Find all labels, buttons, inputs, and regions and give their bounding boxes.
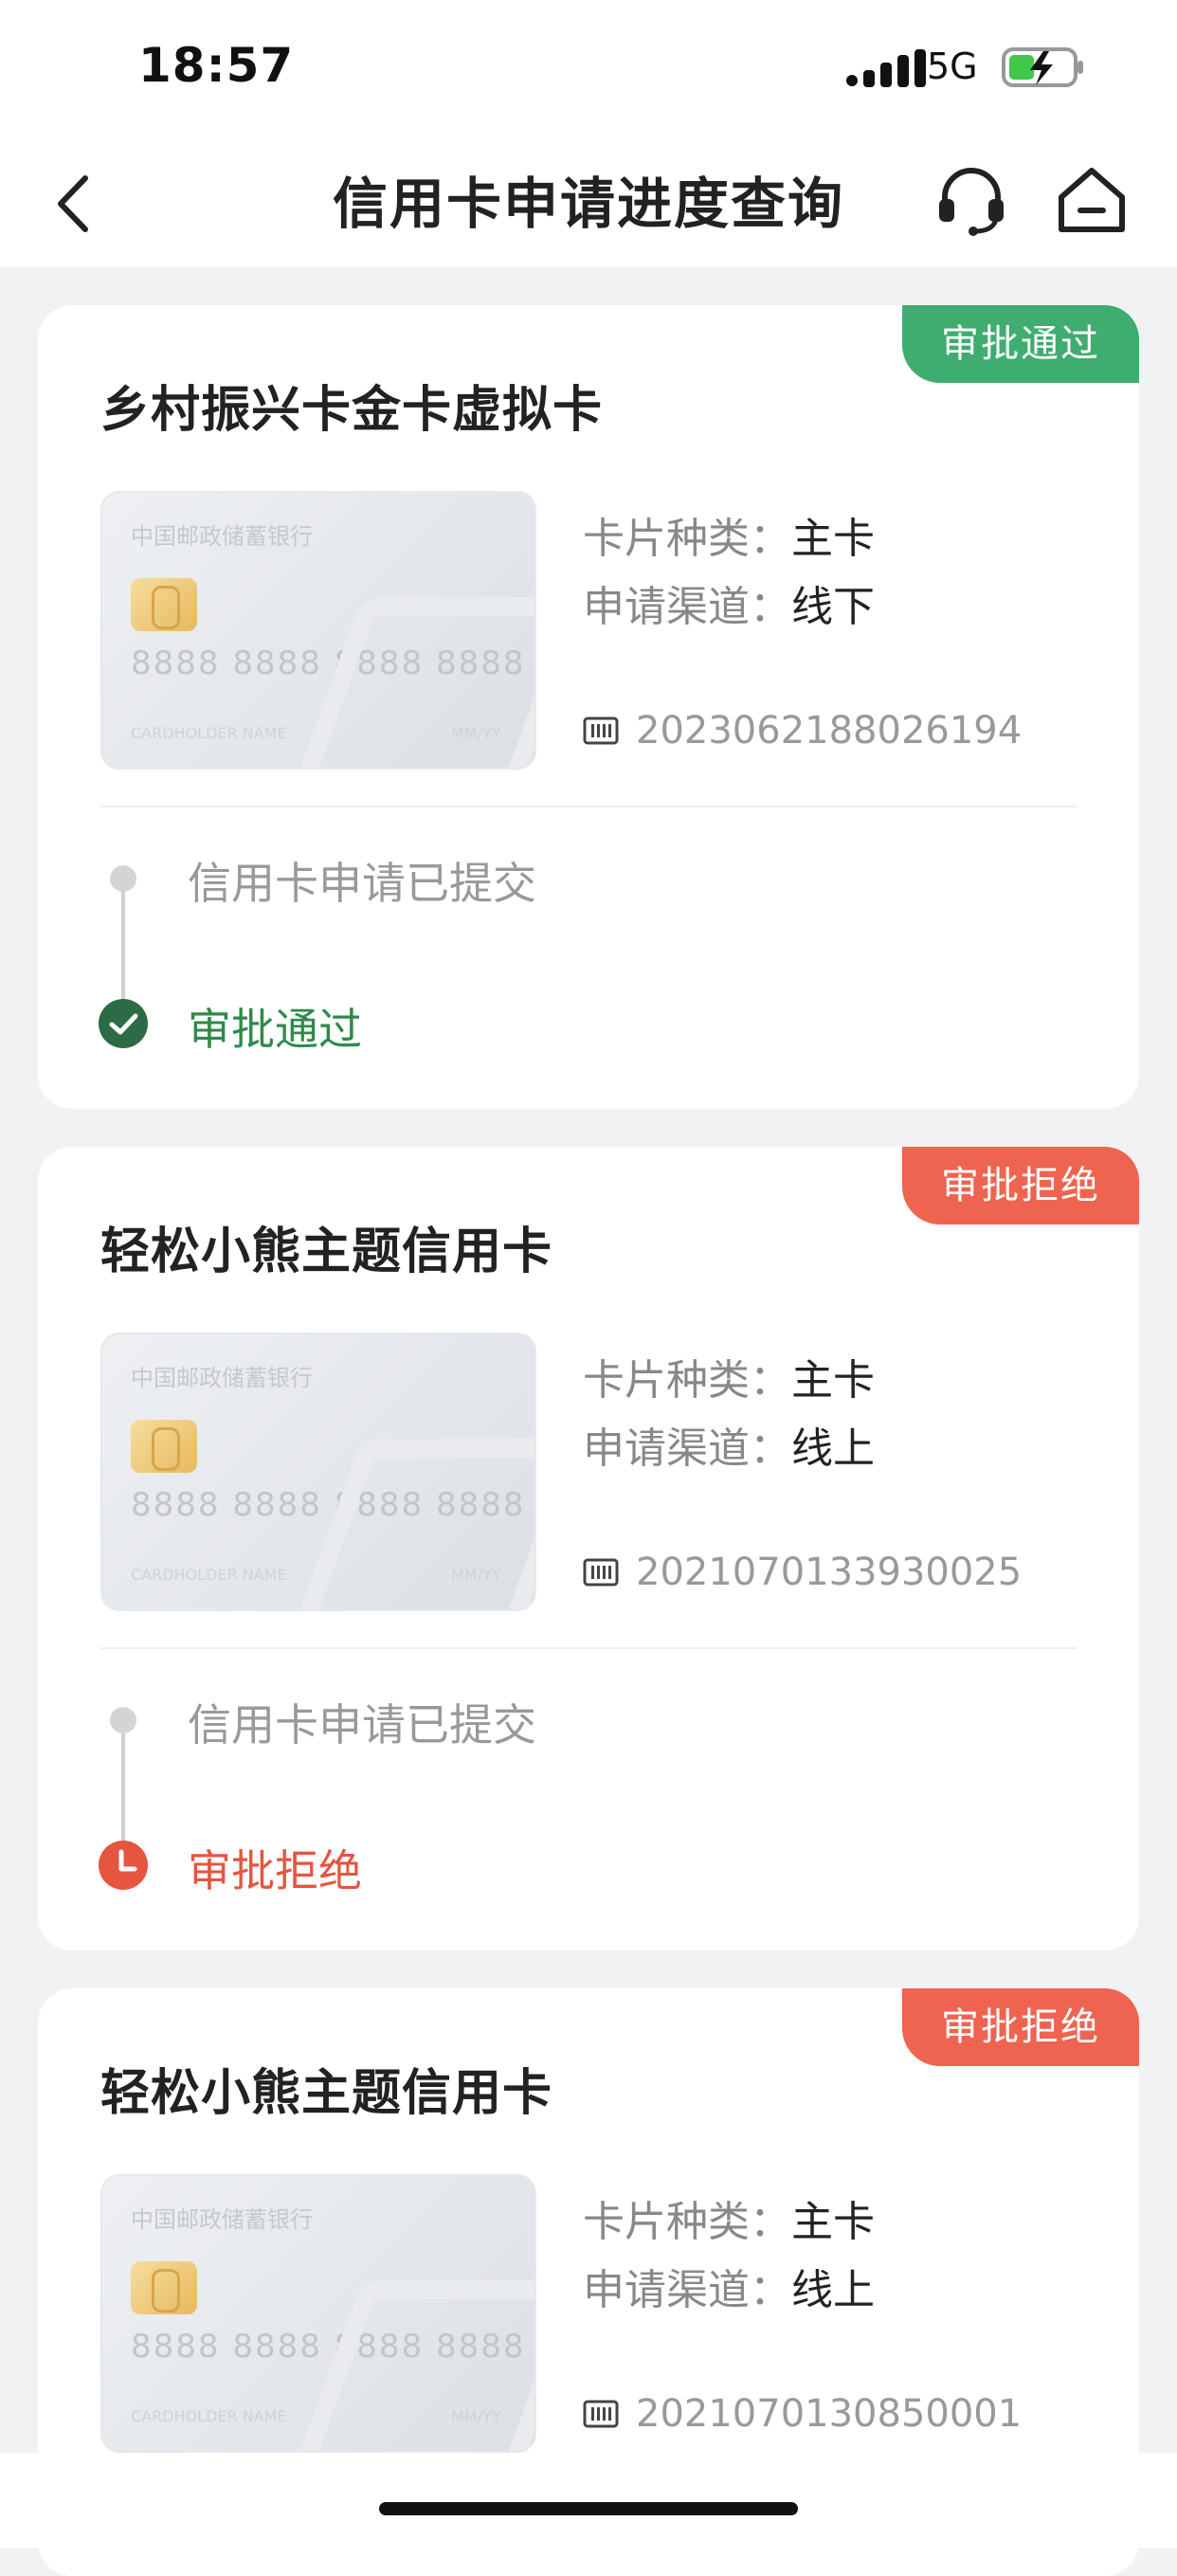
chip-icon <box>131 578 197 631</box>
battery-icon <box>1002 47 1083 87</box>
card-name: 轻松小熊主题信用卡 <box>100 2065 553 2122</box>
divider <box>100 806 1077 807</box>
card-image: 中国邮政储蓄银行 8888 8888 8888 8888 CARDHOLDER … <box>100 2174 536 2453</box>
card-bank-name: 中国邮政储蓄银行 <box>131 2206 313 2233</box>
signal-icon <box>846 49 926 87</box>
home-indicator[interactable] <box>379 2502 798 2515</box>
bottom-safe-area <box>0 2453 1177 2548</box>
timeline-step-submitted: 信用卡申请已提交 <box>188 858 536 909</box>
card-type-row: 卡片种类：主卡 <box>583 1346 875 1406</box>
channel-row: 申请渠道：线上 <box>583 2256 875 2316</box>
application-serial: 2021070133930025 <box>636 1551 1023 1594</box>
application-serial: 2023062188026194 <box>636 709 1023 753</box>
divider <box>100 1647 1077 1649</box>
cardholder-placeholder: CARDHOLDER NAME <box>131 724 287 742</box>
chip-icon <box>131 2261 197 2314</box>
channel-row: 申请渠道：线下 <box>583 572 875 633</box>
timeline-dot <box>110 865 136 892</box>
check-circle-icon <box>99 999 148 1048</box>
channel-label: 申请渠道： <box>583 2266 791 2314</box>
status-badge: 审批拒绝 <box>902 1147 1139 1225</box>
serial-row: 2023062188026194 <box>583 709 1022 753</box>
home-icon[interactable] <box>1054 161 1130 237</box>
card-bank-name: 中国邮政储蓄银行 <box>131 1365 313 1391</box>
application-card[interactable]: 审批通过 乡村振兴卡金卡虚拟卡 中国邮政储蓄银行 8888 8888 8888 … <box>38 305 1139 1109</box>
timeline-step-submitted: 信用卡申请已提交 <box>188 1699 536 1751</box>
card-type-row: 卡片种类：主卡 <box>583 2187 875 2248</box>
navigation-bar: 信用卡申请进度查询 <box>0 142 1177 267</box>
channel-value: 线上 <box>791 2266 875 2314</box>
chip-icon <box>131 1420 197 1473</box>
card-image: 中国邮政储蓄银行 8888 8888 8888 8888 CARDHOLDER … <box>100 491 536 770</box>
timeline-step-result: 审批拒绝 <box>188 1845 362 1896</box>
card-type-label: 卡片种类： <box>583 515 791 563</box>
card-type-row: 卡片种类：主卡 <box>583 504 875 565</box>
timeline-step-result: 审批通过 <box>188 1004 362 1055</box>
card-image: 中国邮政储蓄银行 8888 8888 8888 8888 CARDHOLDER … <box>100 1333 536 1611</box>
customer-service-icon[interactable] <box>933 163 1009 239</box>
card-type-value: 主卡 <box>791 515 875 563</box>
barcode-icon <box>583 2400 619 2428</box>
card-type-value: 主卡 <box>791 1356 875 1405</box>
card-logo-watermark <box>289 597 534 768</box>
application-serial: 2021070130850001 <box>636 2392 1023 2436</box>
channel-label: 申请渠道： <box>583 1424 791 1473</box>
network-label: 5G <box>927 45 978 87</box>
channel-value: 线下 <box>791 583 875 631</box>
application-card[interactable]: 审批拒绝 轻松小熊主题信用卡 中国邮政储蓄银行 8888 8888 8888 8… <box>38 1147 1139 1950</box>
barcode-icon <box>583 1558 619 1587</box>
timeline-dot <box>110 1707 136 1733</box>
cardholder-placeholder: CARDHOLDER NAME <box>131 1566 287 1584</box>
channel-label: 申请渠道： <box>583 583 791 631</box>
status-bar: 18:57 5G <box>0 0 1177 142</box>
status-badge: 审批通过 <box>902 305 1139 383</box>
serial-row: 2021070130850001 <box>583 2392 1022 2436</box>
status-badge: 审批拒绝 <box>902 1988 1139 2066</box>
card-logo-watermark <box>289 1439 534 1609</box>
card-type-label: 卡片种类： <box>583 2198 791 2246</box>
serial-row: 2021070133930025 <box>583 1551 1022 1594</box>
channel-value: 线上 <box>791 1424 875 1473</box>
card-bank-name: 中国邮政储蓄银行 <box>131 523 313 550</box>
clock-icon <box>99 1841 148 1890</box>
barcode-icon <box>583 717 619 745</box>
card-logo-watermark <box>289 2280 534 2451</box>
channel-row: 申请渠道：线上 <box>583 1414 875 1475</box>
card-type-label: 卡片种类： <box>583 1356 791 1405</box>
card-type-value: 主卡 <box>791 2198 875 2246</box>
card-name: 乡村振兴卡金卡虚拟卡 <box>100 382 604 439</box>
status-time: 18:57 <box>138 38 295 93</box>
card-name: 轻松小熊主题信用卡 <box>100 1224 553 1280</box>
cardholder-placeholder: CARDHOLDER NAME <box>131 2407 287 2425</box>
